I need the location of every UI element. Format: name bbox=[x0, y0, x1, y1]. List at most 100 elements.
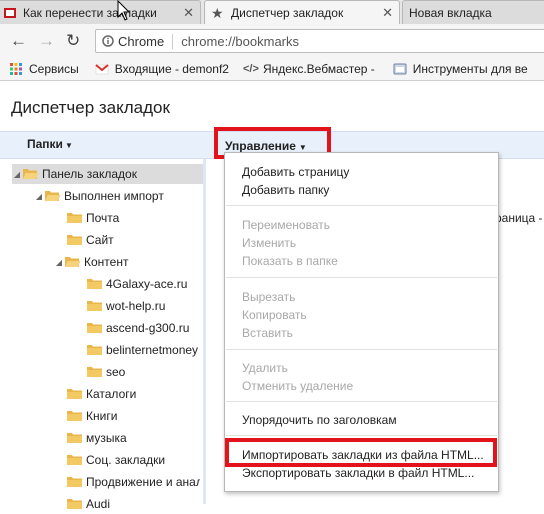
tree-item-mail[interactable]: Почта bbox=[66, 208, 119, 228]
tree-item-belinternetmoney[interactable]: belinternetmoney bbox=[86, 340, 200, 360]
tree-item-promotion[interactable]: Продвижение и анали bbox=[66, 472, 200, 492]
tree-expand-icon[interactable]: ◢ bbox=[54, 258, 64, 267]
tree-item-label: Audi bbox=[86, 497, 111, 511]
tree-item-wot-help[interactable]: wot-help.ru bbox=[86, 296, 165, 316]
bookmark-label: Инструменты для ве bbox=[412, 62, 528, 76]
folder-icon bbox=[87, 367, 102, 377]
bookmark-gmail[interactable]: Входящие - demonf2 bbox=[95, 62, 229, 76]
tree-item-label: wot-help.ru bbox=[106, 299, 166, 313]
tree-item-label: Сайт bbox=[86, 233, 114, 247]
tree-item-imported[interactable]: ◢ Выполнен импорт bbox=[34, 186, 164, 206]
folder-icon bbox=[67, 213, 82, 223]
folder-icon bbox=[87, 345, 102, 355]
tree-item-4galaxy[interactable]: 4Galaxy-ace.ru bbox=[86, 274, 187, 294]
bookmarks-bar: Сервисы Входящие - demonf2 </> Яндекс.Ве… bbox=[0, 58, 544, 81]
folder-icon bbox=[87, 301, 102, 311]
tree-item-audi[interactable]: Audi bbox=[66, 494, 110, 514]
folder-icon bbox=[67, 477, 82, 487]
tree-item-social-bookmarks[interactable]: Соц. закладки bbox=[66, 450, 165, 470]
folders-label: Папки bbox=[27, 137, 63, 151]
menu-item-add-folder[interactable]: Добавить папку bbox=[242, 183, 329, 197]
star-icon: ★ bbox=[211, 4, 224, 21]
youtube-like-favicon-icon bbox=[4, 7, 16, 18]
folder-icon bbox=[67, 235, 82, 245]
mouse-cursor-icon bbox=[117, 0, 131, 21]
tab-title: Диспетчер закладок bbox=[231, 5, 344, 20]
tab-title: Новая вкладка bbox=[409, 5, 492, 20]
import-highlight-box bbox=[225, 438, 497, 467]
apps-grid-icon bbox=[10, 63, 22, 75]
menu-item-add-page[interactable]: Добавить страницу bbox=[242, 165, 349, 179]
tree-expand-icon[interactable]: ◢ bbox=[12, 170, 22, 179]
tree-item-label: Панель закладок bbox=[42, 167, 137, 181]
menu-item-undo-delete: Отменить удаление bbox=[242, 379, 354, 393]
folder-icon bbox=[67, 389, 82, 399]
menu-item-export-html[interactable]: Экспортировать закладки в файл HTML... bbox=[242, 466, 474, 480]
tree-item-label: Выполнен импорт bbox=[64, 189, 164, 203]
tree-item-label: seo bbox=[106, 365, 126, 379]
tree-expand-icon[interactable]: ◢ bbox=[34, 192, 44, 201]
bookmark-services[interactable]: Сервисы bbox=[9, 62, 79, 76]
menu-item-cut: Вырезать bbox=[242, 290, 296, 304]
tree-item-label: Книги bbox=[86, 409, 118, 423]
omnibox-chrome-label: Chrome bbox=[118, 33, 174, 49]
chevron-down-icon: ▼ bbox=[64, 141, 73, 150]
tab-strip: Как перенести закладки ✕ ★ Диспетчер зак… bbox=[0, 0, 544, 24]
tree-item-seo[interactable]: seo bbox=[86, 362, 125, 382]
menu-item-paste: Вставить bbox=[242, 326, 293, 340]
folder-open-icon bbox=[45, 191, 61, 201]
folder-icon bbox=[67, 455, 82, 465]
address-bar[interactable]: Chrome chrome://bookmarks bbox=[95, 29, 544, 53]
omnibox-url: chrome://bookmarks bbox=[181, 33, 300, 49]
folder-open-icon bbox=[65, 257, 81, 267]
bookmark-yandex-webmaster[interactable]: </> Яндекс.Вебмастер - bbox=[243, 62, 375, 76]
tab-bookmark-manager[interactable]: ★ Диспетчер закладок ✕ bbox=[204, 0, 400, 24]
menu-separator bbox=[226, 401, 497, 402]
tree-item-site[interactable]: Сайт bbox=[66, 230, 114, 250]
folder-icon bbox=[87, 279, 102, 289]
close-icon[interactable]: ✕ bbox=[183, 5, 194, 21]
menu-item-rename: Переименовать bbox=[242, 218, 330, 232]
tree-item-catalogs[interactable]: Каталоги bbox=[66, 384, 136, 404]
menu-separator bbox=[226, 277, 497, 278]
tree-item-content[interactable]: ◢ Контент bbox=[54, 252, 129, 272]
menu-item-edit: Изменить bbox=[242, 236, 297, 250]
tree-item-label: Продвижение и анали bbox=[86, 475, 200, 489]
tree-item-label: 4Galaxy-ace.ru bbox=[106, 277, 188, 291]
menu-separator bbox=[226, 349, 497, 350]
tab-title: Как перенести закладки bbox=[23, 5, 157, 20]
tree-item-label: Каталоги bbox=[86, 387, 137, 401]
bookmark-tools[interactable]: Инструменты для ве bbox=[393, 62, 528, 76]
tree-item-label: Почта bbox=[86, 211, 120, 225]
tree-item-books[interactable]: Книги bbox=[66, 406, 117, 426]
webmaster-icon: </> bbox=[242, 63, 259, 75]
gmail-icon bbox=[95, 64, 109, 75]
menu-item-sort-by-title[interactable]: Упорядочить по заголовкам bbox=[242, 413, 397, 427]
menu-separator bbox=[226, 205, 497, 206]
folders-menu-button[interactable]: Папки ▼ bbox=[27, 137, 73, 151]
bookmark-label: Сервисы bbox=[29, 62, 79, 76]
menu-item-delete: Удалить bbox=[242, 361, 288, 375]
back-arrow-icon[interactable]: ← bbox=[10, 32, 27, 49]
tab-new-tab[interactable]: Новая вкладка bbox=[402, 0, 544, 24]
close-icon[interactable]: ✕ bbox=[382, 5, 393, 21]
tree-item-bookmarks-bar[interactable]: ◢ Панель закладок bbox=[12, 164, 203, 184]
tab-how-to-transfer[interactable]: Как перенести закладки ✕ bbox=[0, 0, 201, 24]
tree-item-music[interactable]: музыка bbox=[66, 428, 127, 448]
page-info-icon bbox=[102, 35, 114, 47]
menu-item-show-in-folder: Показать в папке bbox=[242, 254, 338, 268]
tree-item-label: belinternetmoney bbox=[106, 343, 199, 357]
reload-icon[interactable]: ↻ bbox=[66, 32, 80, 49]
tree-item-ascend[interactable]: ascend-g300.ru bbox=[86, 318, 189, 338]
bookmark-label: Яндекс.Вебмастер - bbox=[262, 62, 375, 76]
forward-arrow-icon[interactable]: → bbox=[38, 32, 55, 49]
tree-item-label: Соц. закладки bbox=[86, 453, 166, 467]
panel-splitter[interactable] bbox=[203, 159, 206, 504]
bookmark-label: Входящие - demonf2 bbox=[114, 62, 229, 76]
folder-open-icon bbox=[23, 169, 39, 179]
bookmark-list-partial-text: раница - К bbox=[495, 211, 544, 225]
folder-icon bbox=[67, 433, 82, 443]
folder-icon bbox=[67, 411, 82, 421]
tools-icon bbox=[393, 63, 407, 75]
tree-item-label: музыка bbox=[86, 431, 127, 445]
